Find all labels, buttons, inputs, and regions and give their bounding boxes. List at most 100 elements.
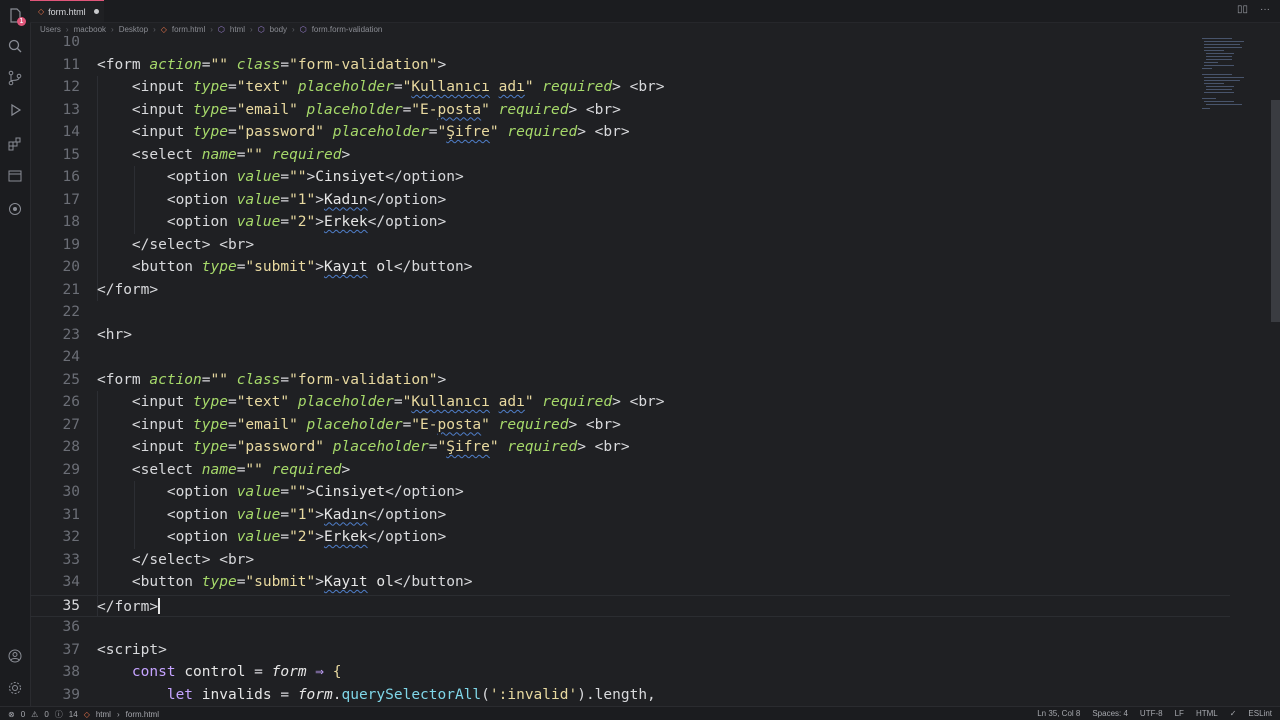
code-line[interactable]: 13 <input type="email" placeholder="E-po… [30, 100, 1230, 123]
vertical-scrollbar[interactable] [1271, 100, 1280, 322]
html-file-icon: ◇ [83, 710, 90, 719]
breadcrumb-item[interactable]: macbook [74, 25, 106, 34]
line-code[interactable]: <button type="submit">Kayıt ol</button> [97, 259, 473, 275]
line-code[interactable]: <option value="2">Erkek</option> [97, 214, 446, 230]
source-control-icon[interactable] [5, 68, 25, 88]
line-code[interactable]: <option value="">Cinsiyet</option> [97, 484, 464, 500]
line-code[interactable]: <form action="" class="form-validation"> [97, 57, 446, 73]
more-actions-icon[interactable]: ··· [1260, 4, 1270, 15]
run-debug-icon[interactable] [5, 100, 25, 120]
eslint-status[interactable]: ESLint [1248, 709, 1272, 718]
breadcrumb-item[interactable]: html [230, 25, 245, 34]
line-code[interactable]: </form> [97, 597, 161, 615]
line-code[interactable]: <select name="" required> [97, 147, 350, 163]
line-number: 22 [62, 304, 80, 320]
line-code[interactable]: </select> <br> [97, 237, 254, 253]
remote-explorer-icon[interactable] [5, 166, 25, 186]
code-line[interactable]: 11 <form action="" class="form-validation… [30, 55, 1230, 78]
line-code[interactable]: </select> <br> [97, 552, 254, 568]
breadcrumb-item[interactable]: Users [40, 25, 61, 34]
line-number: 11 [62, 56, 80, 73]
error-count[interactable]: 0 [21, 710, 25, 719]
line-code[interactable]: <option value="">Cinsiyet</option> [97, 169, 464, 185]
code-line[interactable]: 32 <option value="2">Erkek</option> [30, 527, 1230, 550]
code-line[interactable]: 17 <option value="1">Kadın</option> [30, 190, 1230, 213]
search-icon[interactable] [5, 36, 25, 56]
end-of-line[interactable]: LF [1175, 709, 1184, 718]
breadcrumb-item[interactable]: Desktop [119, 25, 148, 34]
code-line[interactable]: 36 [30, 617, 1230, 640]
code-line[interactable]: 16 <option value="">Cinsiyet</option> [30, 167, 1230, 190]
code-line[interactable]: 10 [30, 36, 1230, 55]
code-line[interactable]: 18 <option value="2">Erkek</option> [30, 212, 1230, 235]
code-line[interactable]: 34 <button type="submit">Kayıt ol</butto… [30, 572, 1230, 595]
code-line[interactable]: 24 [30, 347, 1230, 370]
warning-icon[interactable]: ⚠ [31, 710, 38, 719]
line-number: 35 [62, 597, 80, 614]
line-code[interactable]: const control = form ⇒ { [97, 664, 342, 680]
line-code[interactable]: let invalids = form.querySelectorAll(':i… [97, 687, 656, 703]
code-line[interactable]: 27 <input type="email" placeholder="E-po… [30, 415, 1230, 438]
indentation[interactable]: Spaces: 4 [1092, 709, 1128, 718]
code-line[interactable]: 14 <input type="password" placeholder="Ş… [30, 122, 1230, 145]
code-line[interactable]: 26 <input type="text" placeholder="Kulla… [30, 392, 1230, 415]
code-line[interactable]: 31 <option value="1">Kadın</option> [30, 505, 1230, 528]
unsaved-dot-icon[interactable] [93, 9, 99, 14]
code-line[interactable]: 19 </select> <br> [30, 235, 1230, 258]
code-editor[interactable]: 10 11 <form action="" class="form-validati… [30, 36, 1270, 706]
cursor-position[interactable]: Ln 35, Col 8 [1037, 709, 1080, 718]
warning-count[interactable]: 0 [44, 710, 48, 719]
vscode-window: 1 ◇ form.html ▯▯ ··· Users › macbook › D… [0, 0, 1280, 720]
code-line[interactable]: 22 [30, 302, 1230, 325]
line-code[interactable]: <input type="password" placeholder="Şifr… [97, 439, 630, 455]
code-line[interactable]: 29 <select name="" required> [30, 460, 1230, 483]
line-code[interactable]: <option value="1">Kadın</option> [97, 192, 446, 208]
line-code[interactable]: <input type="email" placeholder="E-posta… [97, 417, 621, 433]
split-editor-icon[interactable]: ▯▯ [1237, 4, 1248, 15]
line-code[interactable]: <select name="" required> [97, 462, 350, 478]
line-code[interactable]: <button type="submit">Kayıt ol</button> [97, 574, 473, 590]
line-code[interactable]: <hr> [97, 327, 132, 343]
encoding[interactable]: UTF-8 [1140, 709, 1163, 718]
code-line[interactable]: 28 <input type="password" placeholder="Ş… [30, 437, 1230, 460]
code-line[interactable]: 23 <hr> [30, 325, 1230, 348]
breadcrumb-item[interactable]: body [270, 25, 287, 34]
line-code[interactable]: <script> [97, 642, 167, 658]
tab-form-html[interactable]: ◇ form.html [30, 0, 104, 22]
code-line[interactable]: 20 <button type="submit">Kayıt ol</butto… [30, 257, 1230, 280]
status-lang-crumb[interactable]: html [96, 710, 111, 719]
account-icon[interactable] [5, 646, 25, 666]
line-code[interactable]: <input type="email" placeholder="E-posta… [97, 102, 621, 118]
language-mode[interactable]: HTML [1196, 709, 1218, 718]
error-icon[interactable]: ⊗ [8, 710, 15, 719]
code-line[interactable]: 15 <select name="" required> [30, 145, 1230, 168]
code-line[interactable]: 21 </form> [30, 280, 1230, 303]
extensions-icon[interactable] [5, 134, 25, 154]
info-count[interactable]: 14 [69, 710, 78, 719]
line-code[interactable]: <input type="text" placeholder="Kullanıc… [97, 394, 665, 410]
line-code[interactable]: </form> [97, 282, 158, 298]
breadcrumb-item[interactable]: form.html [172, 25, 205, 34]
code-line[interactable]: 38 const control = form ⇒ { [30, 662, 1230, 685]
html-file-icon: ◇ [160, 24, 167, 34]
code-line[interactable]: 33 </select> <br> [30, 550, 1230, 573]
line-number: 10 [62, 36, 80, 50]
breadcrumb-item[interactable]: form.form-validation [312, 25, 383, 34]
minimap[interactable] [1200, 36, 1260, 116]
check-icon: ✓ [1229, 709, 1237, 718]
line-code[interactable]: <input type="password" placeholder="Şifr… [97, 124, 630, 140]
line-code[interactable]: <input type="text" placeholder="Kullanıc… [97, 79, 665, 95]
line-code[interactable]: <option value="1">Kadın</option> [97, 507, 446, 523]
live-share-icon[interactable] [5, 199, 25, 219]
settings-gear-icon[interactable] [5, 678, 25, 698]
code-line[interactable]: 12 <input type="text" placeholder="Kulla… [30, 77, 1230, 100]
status-file-crumb[interactable]: form.html [126, 710, 159, 719]
line-code[interactable]: <option value="2">Erkek</option> [97, 529, 446, 545]
code-line[interactable]: 37 <script> [30, 640, 1230, 663]
code-line[interactable]: 25 <form action="" class="form-validation… [30, 370, 1230, 393]
code-line[interactable]: 35 </form> [30, 594, 1230, 617]
code-line[interactable]: 39 let invalids = form.querySelectorAll(… [30, 685, 1230, 707]
line-code[interactable]: <form action="" class="form-validation"> [97, 372, 446, 388]
info-icon[interactable]: ⓘ [55, 709, 63, 720]
code-line[interactable]: 30 <option value="">Cinsiyet</option> [30, 482, 1230, 505]
